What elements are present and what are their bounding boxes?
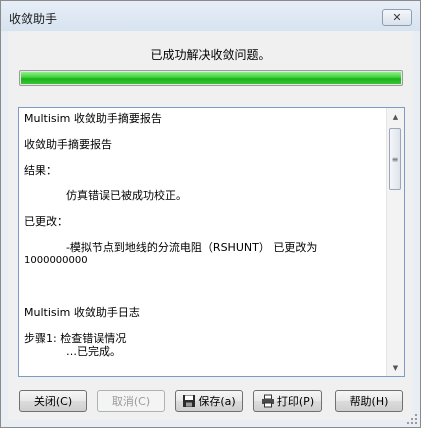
title-bar: 收敛助手 ✕	[1, 1, 420, 31]
scroll-up-arrow-icon[interactable]: ▲	[387, 108, 404, 125]
window-close-button[interactable]: ✕	[382, 9, 412, 26]
cancel-button-label: 取消(C)	[111, 395, 151, 408]
close-icon: ✕	[392, 11, 402, 24]
printer-icon	[261, 394, 274, 408]
scroll-thumb[interactable]: ≡	[389, 128, 401, 190]
window-title: 收敛助手	[9, 12, 58, 26]
save-button[interactable]: 保存(a)	[175, 390, 243, 412]
help-button-label: 帮助(H)	[349, 395, 389, 408]
log-vertical-scrollbar[interactable]: ▲ ≡ ▼	[386, 108, 404, 376]
floppy-disk-icon	[183, 395, 196, 407]
log-line: 结果：	[24, 164, 57, 177]
status-message: 已成功解决收敛问题。	[150, 48, 271, 62]
log-line: 步骤1: 检查错误情况	[24, 332, 127, 345]
scroll-down-arrow-icon[interactable]: ▼	[387, 359, 404, 376]
cancel-button[interactable]: 取消(C)	[97, 390, 165, 412]
log-content: Multisim 收敛助手摘要报告 收敛助手摘要报告 结果： 仿真错误已被成功校…	[24, 112, 384, 358]
log-line: Multisim 收敛助手日志	[24, 306, 140, 319]
print-button-label: 打印(P)	[276, 395, 315, 408]
log-line: 1000000000	[24, 255, 88, 266]
log-line: 已更改：	[24, 215, 68, 228]
log-textarea[interactable]: Multisim 收敛助手摘要报告 收敛助手摘要报告 结果： 仿真错误已被成功校…	[18, 107, 405, 377]
log-line: -模拟节点到地线的分流电阻（RSHUNT） 已更改为	[24, 241, 318, 254]
progress-bar	[19, 70, 403, 86]
help-button[interactable]: 帮助(H)	[335, 390, 403, 412]
log-line: 仿真错误已被成功校正。	[24, 189, 187, 202]
dialog-body: 已成功解决收敛问题。 Multisim 收敛助手摘要报告 收敛助手摘要报告 结果…	[8, 31, 413, 420]
close-button[interactable]: 关闭(C)	[19, 390, 87, 412]
progress-fill	[21, 72, 401, 84]
convergence-assistant-window: 收敛助手 ✕ 已成功解决收敛问题。 Multisim 收敛助手摘要报告 收敛助手…	[0, 0, 421, 428]
resize-grip-icon[interactable]	[407, 414, 417, 424]
log-line: Multisim 收敛助手摘要报告	[24, 112, 162, 125]
close-button-label: 关闭(C)	[33, 395, 73, 408]
log-line: …已完成。	[24, 345, 121, 358]
log-line: 收敛助手摘要报告	[24, 138, 112, 151]
save-button-label: 保存(a)	[198, 395, 236, 408]
print-button[interactable]: 打印(P)	[253, 390, 322, 412]
